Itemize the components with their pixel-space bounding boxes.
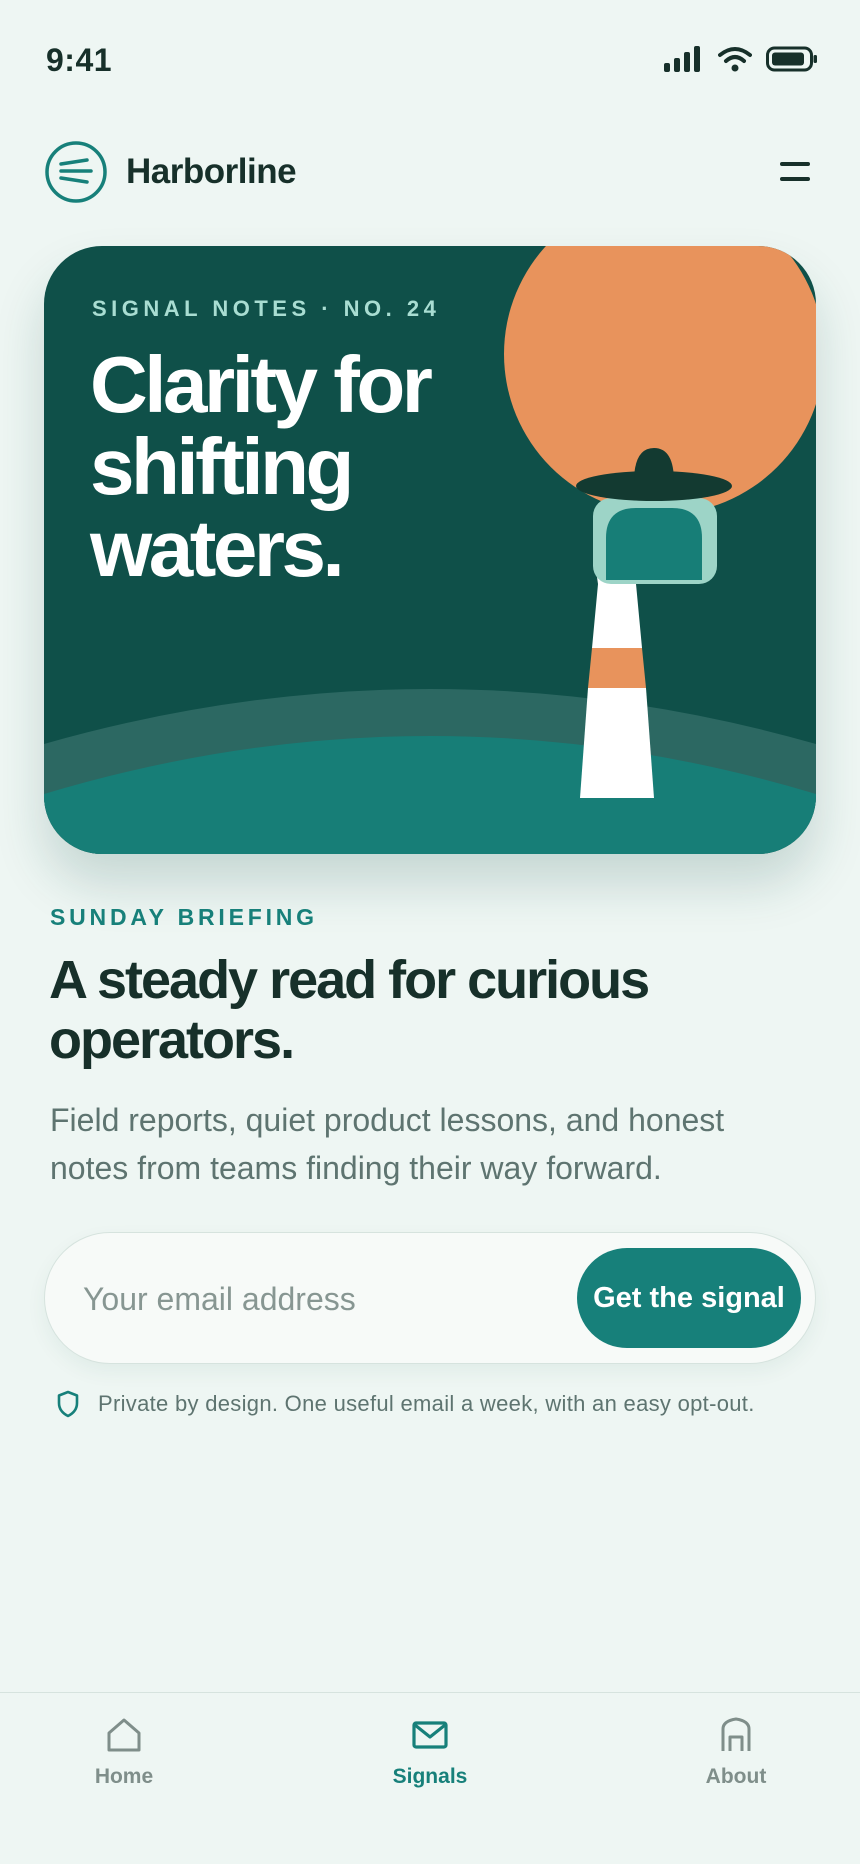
hero-title: Clarity for shifting waters. (90, 340, 433, 593)
status-time: 9:41 (46, 42, 113, 78)
hero-kicker: SIGNAL NOTES · NO. 24 (92, 296, 441, 321)
brand-name: Harborline (126, 152, 297, 191)
mail-icon (412, 1721, 448, 1749)
page-headline: A steady read for curious operators. (49, 950, 650, 1070)
email-input[interactable] (83, 1269, 543, 1329)
section-eyebrow: SUNDAY BRIEFING (50, 904, 318, 930)
status-icons (664, 46, 818, 72)
tab-home-label: Home (94, 1765, 154, 1788)
shield-icon (57, 1390, 79, 1418)
menu-icon[interactable] (772, 154, 816, 190)
battery-icon (766, 46, 817, 72)
tab-signals[interactable]: Signals (360, 1715, 500, 1789)
cellular-signal-icon (664, 46, 700, 72)
hero-card: SIGNAL NOTES · NO. 24 Clarity for shifti… (44, 246, 816, 854)
status-bar: 9:41 (0, 0, 860, 120)
tab-signals-label: Signals (392, 1765, 468, 1788)
wifi-icon (718, 47, 752, 72)
privacy-text: Private by design. One useful email a we… (98, 1391, 755, 1416)
tab-about[interactable]: About (666, 1715, 806, 1789)
app-header: Harborline (44, 140, 816, 204)
privacy-note: Private by design. One useful email a we… (56, 1390, 755, 1418)
tab-home[interactable]: Home (54, 1715, 194, 1789)
newsletter-signup-form: Get the signal (44, 1232, 816, 1364)
harborline-logo-icon (45, 141, 107, 203)
building-icon (721, 1717, 751, 1751)
home-icon (107, 1718, 141, 1752)
tab-about-label: About (705, 1765, 767, 1788)
get-the-signal-button[interactable]: Get the signal (577, 1248, 801, 1348)
page-subcopy: Field reports, quiet product lessons, an… (50, 1102, 725, 1186)
bottom-tab-bar: Home Signals About (0, 1692, 860, 1864)
